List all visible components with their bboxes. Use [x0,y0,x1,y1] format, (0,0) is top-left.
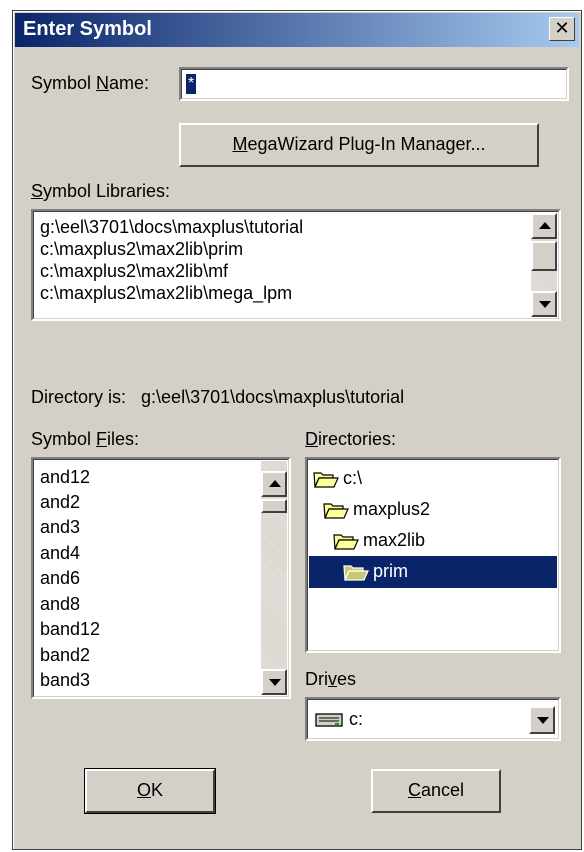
enter-symbol-dialog: Enter Symbol ✕ Symbol Name: * MegaWizard… [12,10,582,850]
scroll-down-button[interactable] [261,669,287,695]
file-item[interactable]: and12 [35,464,259,490]
scroll-down-button[interactable] [531,291,557,317]
library-item[interactable]: c:\maxplus2\max2lib\mega_lpm [35,282,529,304]
file-item[interactable]: and4 [35,541,259,567]
file-item[interactable]: band3 [35,668,259,694]
drives-dropdown-button[interactable] [529,706,555,734]
file-item[interactable]: and2 [35,490,259,516]
directory-item[interactable]: maxplus2 [323,494,430,525]
library-item[interactable]: c:\maxplus2\max2lib\mf [35,260,529,282]
library-item[interactable]: c:\maxplus2\max2lib\prim [35,238,529,260]
scroll-up-button[interactable] [531,213,557,239]
file-item[interactable]: band12 [35,617,259,643]
files-items: and12 and2 and3 and4 and6 and8 band12 ba… [35,464,259,694]
ok-button[interactable]: OK [84,768,216,814]
drives-label: Drives [305,669,357,689]
cancel-button[interactable]: Cancel [371,769,501,813]
drive-value: c: [349,709,364,729]
files-scrollbar[interactable] [261,461,287,695]
selected-directory-row[interactable]: prim [309,556,557,588]
file-item[interactable]: and3 [35,515,259,541]
symbol-files-list[interactable]: and12 and2 and3 and4 and6 and8 band12 ba… [31,457,291,699]
open-folder-icon [313,472,339,488]
megawizard-button[interactable]: MegaWizard Plug-In Manager... [179,123,539,167]
open-folder-icon [343,565,369,581]
directories-list[interactable]: c:\ maxplus2 max2lib prim [305,457,561,653]
drives-select[interactable]: c: [305,697,561,741]
close-icon: ✕ [554,18,570,38]
libraries-items: g:\eel\3701\docs\maxplus\tutorial c:\max… [35,216,529,304]
down-arrow-icon [269,679,281,686]
symbol-libraries-list[interactable]: g:\eel\3701\docs\maxplus\tutorial c:\max… [31,209,561,321]
symbol-name-label: Symbol Name: [31,73,150,93]
file-item[interactable]: and6 [35,566,259,592]
file-item[interactable]: band2 [35,643,259,669]
window-title: Enter Symbol [23,18,152,40]
symbol-name-value: * [186,74,197,94]
directories-label: Directories: [305,429,397,449]
directory-item[interactable]: c:\ [313,463,362,494]
symbol-files-label: Symbol Files: [31,429,140,449]
drive-icon [315,713,343,727]
file-item[interactable]: and8 [35,592,259,618]
open-folder-icon [333,534,359,550]
directory-item[interactable]: max2lib [333,525,425,556]
scroll-thumb[interactable] [531,241,557,271]
symbol-name-input[interactable]: * [179,67,569,101]
open-folder-icon [323,503,349,519]
directory-item[interactable]: prim [343,556,408,587]
libraries-scrollbar[interactable] [531,213,557,317]
directory-path-text: Directory is: g:\eel\3701\docs\maxplus\t… [31,387,405,407]
down-arrow-icon [539,301,551,308]
scroll-thumb[interactable] [261,499,287,513]
close-button[interactable]: ✕ [549,17,575,41]
chevron-down-icon [537,717,549,724]
up-arrow-icon [539,222,551,229]
symbol-libraries-label: Symbol Libraries: [31,181,171,201]
scroll-up-button[interactable] [261,471,287,497]
library-item[interactable]: g:\eel\3701\docs\maxplus\tutorial [35,216,529,238]
up-arrow-icon [269,480,281,487]
title-bar[interactable]: Enter Symbol ✕ [15,13,579,47]
